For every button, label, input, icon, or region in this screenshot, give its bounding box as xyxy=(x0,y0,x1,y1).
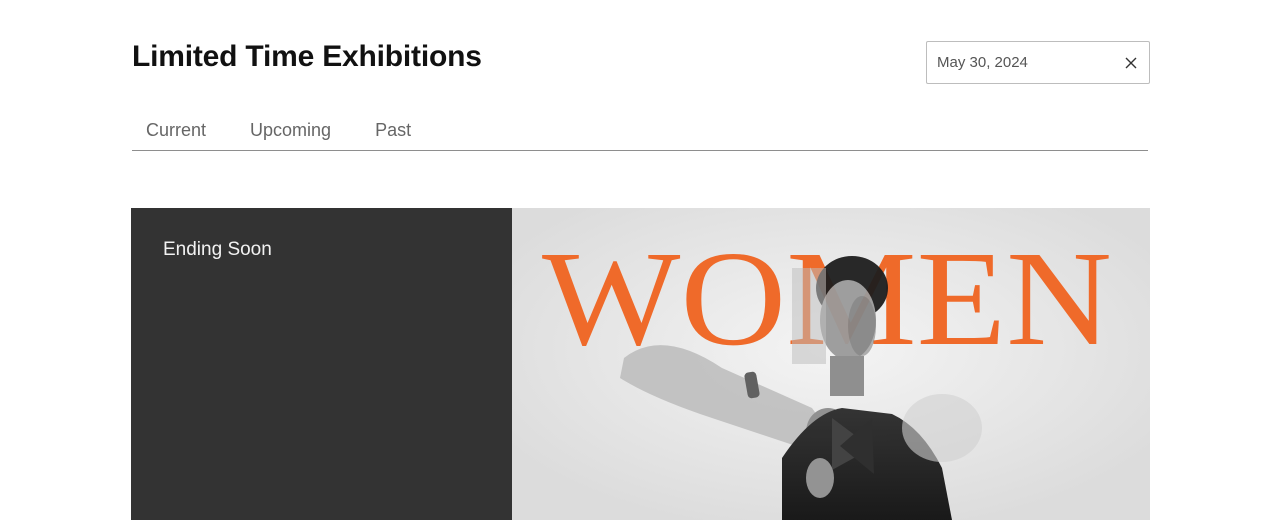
date-filter-value[interactable]: May 30, 2024 xyxy=(937,54,1123,71)
ending-soon-label: Ending Soon xyxy=(163,239,272,260)
exhibition-poster-art: WOMEN xyxy=(512,208,1150,520)
featured-exhibition-card[interactable]: Ending Soon WOMEN xyxy=(131,208,1150,520)
page-title: Limited Time Exhibitions xyxy=(132,40,482,73)
feature-text-panel: Ending Soon xyxy=(131,208,512,520)
close-icon[interactable] xyxy=(1123,55,1139,71)
tab-current[interactable]: Current xyxy=(146,112,206,150)
exhibition-image[interactable]: WOMEN xyxy=(512,208,1150,520)
page: Limited Time Exhibitions May 30, 2024 Cu… xyxy=(0,0,1280,520)
tab-past[interactable]: Past xyxy=(375,112,411,150)
tab-upcoming[interactable]: Upcoming xyxy=(250,112,331,150)
close-icon-glyph xyxy=(1125,57,1137,68)
exhibition-tabs: Current Upcoming Past xyxy=(132,112,1148,151)
date-filter-field[interactable]: May 30, 2024 xyxy=(926,41,1150,84)
